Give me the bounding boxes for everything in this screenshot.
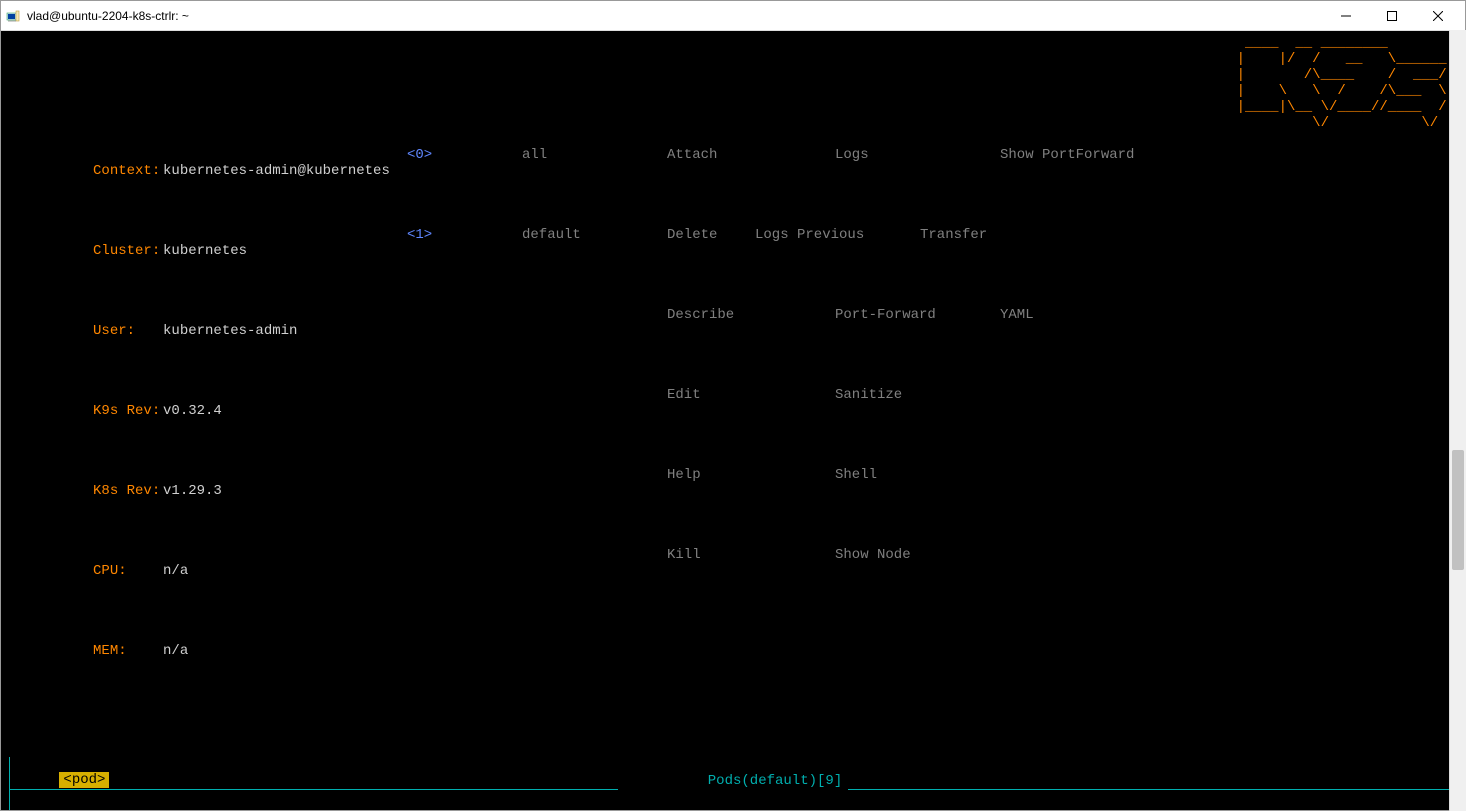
shortcut-action: default	[522, 227, 592, 243]
shortcut-action: YAML	[1000, 307, 1034, 323]
shortcut-action: Transfer	[920, 227, 987, 243]
app-window: vlad@ubuntu-2204-k8s-ctrlr: ~ ____ __ __…	[0, 0, 1466, 811]
cpu-value: n/a	[163, 563, 188, 579]
shortcut-action: Kill	[667, 547, 755, 563]
titlebar: vlad@ubuntu-2204-k8s-ctrlr: ~	[1, 1, 1465, 31]
shortcut-row: <1>defaultDeleteLogs PreviousTransfer	[407, 227, 1457, 275]
k9s-rev-value: v0.32.4	[163, 403, 222, 419]
user-value: kubernetes-admin	[163, 323, 297, 339]
shortcut-action: Shell	[835, 467, 965, 483]
shortcut-action: Delete	[667, 227, 755, 243]
shortcut-row: Kill Show Node	[407, 547, 1457, 595]
shortcut-key: <0>	[407, 147, 522, 163]
shortcut-key: Logs PreviousTransfer	[755, 227, 835, 243]
maximize-button[interactable]	[1369, 2, 1415, 30]
shortcut-action: Attach	[667, 147, 755, 163]
shortcut-row: <0>all Attach Logs Show PortForward	[407, 147, 1457, 195]
shortcut-row: Edit Sanitize	[407, 387, 1457, 435]
shortcut-action: Show Node	[835, 547, 965, 563]
breadcrumb-pod[interactable]: <pod>	[59, 772, 109, 788]
context-label: Context:	[93, 163, 163, 179]
pods-panel: Pods(default)[9] NAME PF READY STATUS RE…	[9, 757, 1457, 810]
user-label: User:	[93, 323, 163, 339]
terminal[interactable]: ____ __ ________ | |/ / __ \______ | /\_…	[1, 31, 1465, 810]
k9s-header: Context:kubernetes-admin@kubernetes <0>a…	[9, 115, 1457, 707]
cluster-value: kubernetes	[163, 243, 247, 259]
shortcut-action: Sanitize	[835, 387, 965, 403]
status-bar: <pod>	[9, 756, 109, 804]
putty-icon	[5, 8, 21, 24]
vertical-scrollbar[interactable]	[1449, 30, 1466, 811]
shortcut-action: Show PortForward	[1000, 147, 1134, 163]
shortcut-action: Port-Forward	[835, 307, 965, 323]
shortcut-action: Help	[667, 467, 755, 483]
minimize-button[interactable]	[1323, 2, 1369, 30]
mem-value: n/a	[163, 643, 188, 659]
window-controls	[1323, 2, 1461, 30]
scrollbar-thumb[interactable]	[1452, 450, 1464, 570]
cluster-label: Cluster:	[93, 243, 163, 259]
context-value: kubernetes-admin@kubernetes	[163, 163, 390, 179]
shortcut-row: Describe Port-Forward YAML	[407, 307, 1457, 355]
shortcut-action: Logs Previous	[755, 227, 885, 243]
pods-panel-title: Pods(default)[9]	[618, 757, 848, 805]
k9s-ascii-logo: ____ __ ________ | |/ / __ \______ | /\_…	[1237, 35, 1455, 131]
shortcut-action: Logs	[835, 147, 965, 163]
close-button[interactable]	[1415, 2, 1461, 30]
cpu-label: CPU:	[93, 563, 163, 579]
k8s-rev-value: v1.29.3	[163, 483, 222, 499]
k9s-rev-label: K9s Rev:	[93, 403, 163, 419]
shortcut-action: all	[522, 147, 592, 163]
shortcut-action: Edit	[667, 387, 755, 403]
shortcut-action: Describe	[667, 307, 755, 323]
k8s-rev-label: K8s Rev:	[93, 483, 163, 499]
shortcut-row: Help Shell	[407, 467, 1457, 515]
shortcut-key: <1>	[407, 227, 522, 243]
mem-label: MEM:	[93, 643, 163, 659]
window-title: vlad@ubuntu-2204-k8s-ctrlr: ~	[27, 9, 1323, 23]
